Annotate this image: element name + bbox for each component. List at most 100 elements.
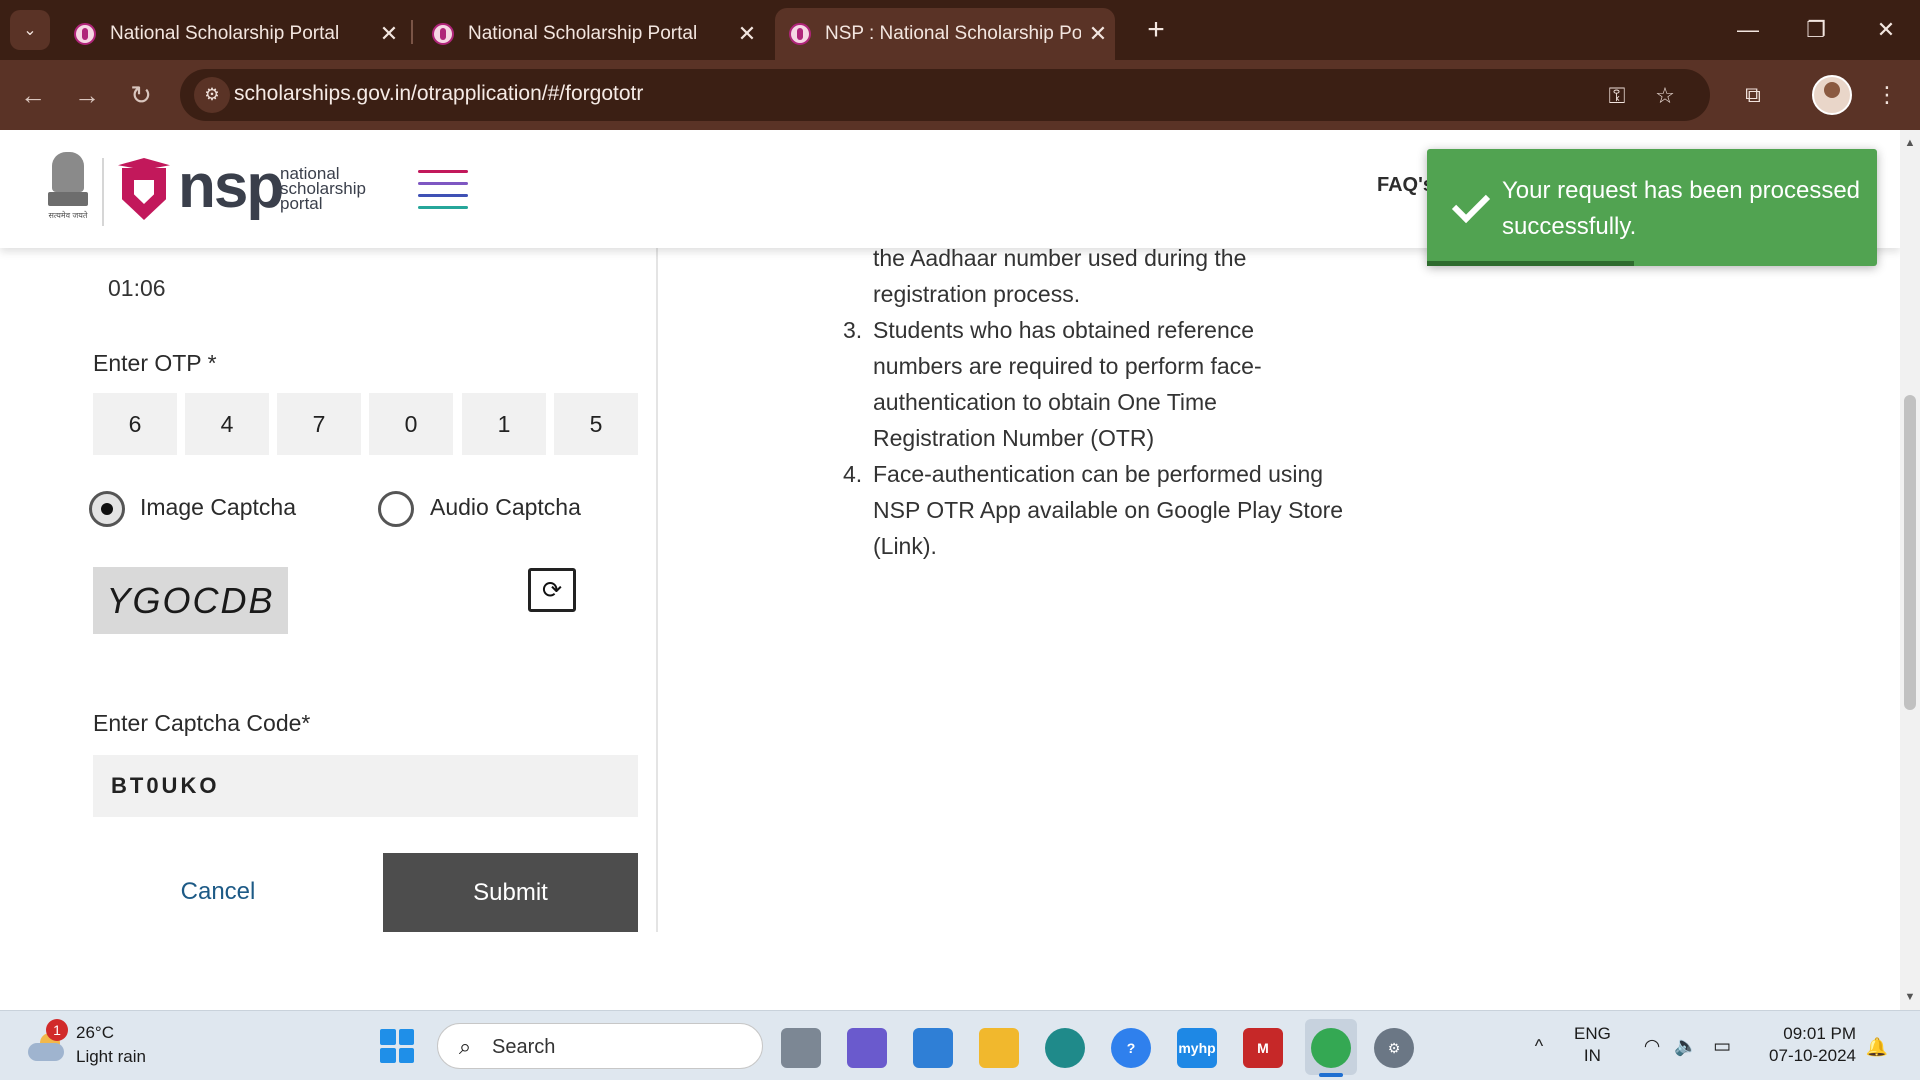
get-help-icon[interactable]: ?: [1111, 1028, 1151, 1068]
otp-digit-6[interactable]: 5: [554, 393, 638, 455]
close-tab-icon[interactable]: ✕: [1081, 21, 1115, 47]
close-tab-icon[interactable]: ✕: [730, 21, 764, 47]
faq-link[interactable]: FAQ's: [1377, 174, 1434, 197]
otp-digit-2[interactable]: 4: [185, 393, 269, 455]
nsp-favicon-icon: [74, 23, 96, 45]
bookmark-star-icon[interactable]: ☆: [1648, 79, 1682, 113]
browser-tab-bar: ⌄ National Scholarship Portal ✕ National…: [0, 0, 1920, 60]
copilot-icon[interactable]: [847, 1028, 887, 1068]
weather-temperature[interactable]: 26°C: [76, 1023, 114, 1043]
instruction-number: 4.: [843, 461, 863, 487]
settings-gear-icon[interactable]: ⚙: [1374, 1028, 1414, 1068]
weather-badge: 1: [46, 1019, 68, 1041]
browser-menu-icon[interactable]: ⋮: [1870, 78, 1904, 112]
url-text[interactable]: scholarships.gov.in/otrapplication/#/for…: [234, 82, 643, 106]
tab-3-active[interactable]: NSP : National Scholarship Portal ✕: [775, 8, 1115, 60]
extensions-icon[interactable]: ⧉: [1736, 78, 1770, 112]
instruction-line: NSP OTR App available on Google Play Sto…: [873, 497, 1344, 523]
refresh-icon: ⟳: [541, 576, 563, 604]
success-toast[interactable]: Your request has been processed successf…: [1427, 149, 1877, 266]
nsp-favicon-icon: [432, 23, 454, 45]
battery-icon[interactable]: ▭: [1708, 1031, 1736, 1061]
myhp-icon[interactable]: myhp: [1177, 1028, 1217, 1068]
close-tab-icon[interactable]: ✕: [372, 21, 406, 47]
instruction-line: authentication to obtain One Time: [873, 389, 1217, 415]
active-app-indicator: [1319, 1073, 1343, 1077]
image-captcha-label[interactable]: Image Captcha: [140, 494, 296, 521]
search-placeholder: Search: [492, 1036, 556, 1058]
captcha-image: YGOCDB: [93, 567, 288, 634]
volume-icon[interactable]: 🔈: [1672, 1031, 1700, 1061]
password-key-icon[interactable]: ⚿: [1600, 79, 1634, 113]
instruction-number: 3.: [843, 317, 863, 343]
restore-button[interactable]: ❐: [1786, 8, 1846, 52]
new-tab-button[interactable]: +: [1136, 10, 1176, 50]
forward-button[interactable]: →: [66, 74, 108, 116]
address-bar[interactable]: ⚙ scholarships.gov.in/otrapplication/#/f…: [180, 69, 1710, 121]
nsp-logo-icon[interactable]: [118, 158, 170, 222]
tab-separator: [411, 20, 413, 44]
taskbar-search-box[interactable]: ⌕ Search: [437, 1023, 763, 1069]
tab-search-button[interactable]: ⌄: [10, 10, 50, 50]
audio-captcha-radio[interactable]: [378, 491, 414, 527]
national-emblem-logo: सत्यमेव जयते: [44, 152, 92, 226]
notification-bell-icon[interactable]: 🔔: [1866, 1035, 1888, 1059]
language-indicator[interactable]: ENG IN: [1574, 1023, 1611, 1067]
instruction-line: Face-authentication can be performed usi…: [873, 461, 1324, 487]
reload-button[interactable]: ↻: [120, 74, 162, 116]
close-window-button[interactable]: ✕: [1856, 8, 1916, 52]
otp-digit-5[interactable]: 1: [462, 393, 546, 455]
image-captcha-radio[interactable]: [89, 491, 125, 527]
browser-toolbar: ← → ↻ ⚙ scholarships.gov.in/otrapplicati…: [0, 60, 1920, 130]
refresh-captcha-button[interactable]: ⟳: [528, 568, 576, 612]
tab-title: NSP : National Scholarship Portal: [825, 23, 1081, 44]
site-info-icon[interactable]: ⚙: [194, 77, 230, 113]
chrome-icon[interactable]: [1311, 1028, 1351, 1068]
column-divider: [656, 248, 658, 932]
scroll-up-arrow-icon[interactable]: ▲: [1900, 134, 1920, 152]
back-button[interactable]: ←: [12, 74, 54, 116]
checkmark-icon: [1447, 183, 1491, 227]
submit-button[interactable]: Submit: [383, 853, 638, 932]
tab-title: National Scholarship Portal: [110, 23, 340, 44]
instruction-line: Students who has obtained reference: [873, 317, 1255, 343]
nsp-favicon-icon: [789, 23, 811, 45]
captcha-code-input[interactable]: BT0UKO: [93, 755, 638, 817]
chevron-down-icon: ⌄: [23, 22, 37, 39]
otp-digit-3[interactable]: 7: [277, 393, 361, 455]
play-store-link[interactable]: (Link).: [873, 528, 937, 564]
tab-2[interactable]: National Scholarship Portal ✕: [418, 8, 764, 60]
audio-captcha-label[interactable]: Audio Captcha: [430, 494, 581, 521]
mcafee-icon[interactable]: M: [1243, 1028, 1283, 1068]
instruction-line: Registration Number (OTR): [873, 425, 1155, 451]
weather-description[interactable]: Light rain: [76, 1047, 146, 1067]
otp-digit-4[interactable]: 0: [369, 393, 453, 455]
toast-progress-bar: [1427, 261, 1634, 266]
instruction-line: numbers are required to perform face-: [873, 353, 1262, 379]
header-divider: [102, 158, 104, 226]
nsp-logo-subtitle: national scholarship portal: [280, 164, 366, 213]
otp-digit-1[interactable]: 6: [93, 393, 177, 455]
clock[interactable]: 09:01 PM 07-10-2024: [1756, 1023, 1856, 1067]
cancel-button[interactable]: Cancel: [93, 853, 343, 931]
nsp-logo-wordmark[interactable]: nsp: [178, 156, 284, 218]
minimize-button[interactable]: —: [1718, 8, 1778, 52]
start-windows-icon[interactable]: [380, 1029, 414, 1063]
page-viewport: सत्यमेव जयते nsp national scholarship po…: [0, 130, 1900, 1010]
edge-browser-icon[interactable]: [1045, 1028, 1085, 1068]
task-view-icon[interactable]: [781, 1028, 821, 1068]
hamburger-menu-icon[interactable]: [418, 168, 468, 210]
toast-message: Your request has been processed successf…: [1502, 177, 1861, 240]
scroll-down-arrow-icon[interactable]: ▼: [1900, 988, 1920, 1006]
otp-label: Enter OTP *: [93, 350, 217, 376]
profile-avatar[interactable]: [1812, 75, 1852, 115]
file-explorer-icon[interactable]: [979, 1028, 1019, 1068]
tab-1[interactable]: National Scholarship Portal ✕: [60, 8, 406, 60]
microsoft-store-icon[interactable]: [913, 1028, 953, 1068]
page-scrollbar[interactable]: ▲ ▼: [1900, 130, 1920, 1010]
show-hidden-icons-chevron-icon[interactable]: ^: [1526, 1031, 1552, 1061]
scrollbar-thumb[interactable]: [1904, 395, 1916, 710]
wifi-icon[interactable]: ◠: [1638, 1031, 1666, 1061]
otp-timer: 01:06: [108, 275, 166, 301]
search-icon: ⌕: [458, 1034, 472, 1059]
